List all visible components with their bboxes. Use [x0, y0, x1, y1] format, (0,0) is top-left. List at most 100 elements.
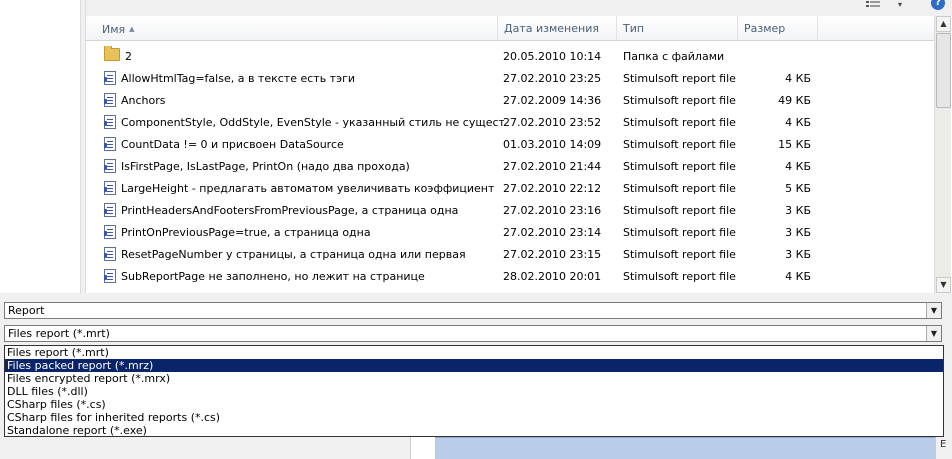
file-type-option[interactable]: DLL files (*.dll) [5, 385, 943, 398]
file-type-dropdown-icon[interactable]: ▼ [926, 326, 941, 341]
scroll-down-button[interactable]: ▼ [936, 277, 951, 293]
file-name-cell: CountData != 0 и присвоен DataSource [104, 134, 504, 156]
file-date: 27.02.2010 23:16 [503, 204, 602, 217]
vertical-scrollbar[interactable]: ▲ ▼ [934, 16, 951, 293]
file-name: ComponentStyle, OddStyle, EvenStyle - ук… [121, 116, 504, 129]
file-type-combobox[interactable]: Files report (*.mrt) ▼ [4, 325, 942, 342]
file-name-value: Report [8, 304, 45, 317]
column-header-name[interactable]: Имя ▲ [86, 16, 498, 40]
file-type: Stimulsoft report file [623, 248, 736, 261]
file-date: 27.02.2009 14:36 [503, 94, 602, 107]
top-toolbar: ▾ ? [86, 0, 952, 16]
column-name-label: Имя [102, 23, 126, 36]
file-type: Stimulsoft report file [623, 182, 736, 195]
view-dropdown-arrow-icon[interactable]: ▾ [898, 0, 908, 12]
file-date: 20.05.2010 10:14 [503, 50, 602, 63]
file-name: SubReportPage не заполнено, но лежит на … [121, 270, 425, 283]
file-size: 4 КБ [785, 160, 811, 173]
sort-ascending-icon: ▲ [129, 25, 135, 33]
file-type-option[interactable]: Files packed report (*.mrz) [5, 359, 943, 372]
file-row[interactable]: Anchors 27.02.2009 14:36 Stimulsoft report… [86, 90, 934, 112]
file-type-option[interactable]: Standalone report (*.exe) [5, 424, 943, 437]
file-name-cell: AllowHtmlTag=false, а в тексте есть тэги [104, 68, 504, 90]
file-date: 27.02.2010 21:44 [503, 160, 602, 173]
file-date: 01.03.2010 14:09 [503, 138, 602, 151]
report-file-icon [104, 93, 116, 107]
help-icon[interactable]: ? [931, 0, 945, 10]
file-type: Stimulsoft report file [623, 94, 736, 107]
file-date: 27.02.2010 23:25 [503, 72, 602, 85]
file-type-dropdown-list[interactable]: Files report (*.mrt) Files packed report … [4, 345, 944, 437]
file-type: Stimulsoft report file [623, 116, 736, 129]
scroll-up-button[interactable]: ▲ [936, 16, 951, 32]
file-name: Anchors [121, 94, 166, 107]
file-size: 3 КБ [785, 226, 811, 239]
file-type-option[interactable]: CSharp files (*.cs) [5, 398, 943, 411]
column-header-date[interactable]: Дата изменения [498, 16, 617, 40]
file-name-combobox[interactable]: Report ▼ [4, 302, 942, 319]
file-size: 49 КБ [778, 94, 811, 107]
file-row[interactable]: LargeHeight - предлагать автоматом увели… [86, 178, 934, 200]
file-size: 4 КБ [785, 116, 811, 129]
file-list-header: Имя ▲ Дата изменения Тип Размер [86, 16, 934, 41]
file-row[interactable]: SubReportPage не заполнено, но лежит на … [86, 266, 934, 288]
file-name-cell: PrintHeadersAndFootersFromPreviousPage, … [104, 200, 504, 222]
file-list[interactable]: Имя ▲ Дата изменения Тип Размер 2 20.05.20… [86, 16, 934, 293]
file-date: 27.02.2010 23:15 [503, 248, 602, 261]
file-row[interactable]: CountData != 0 и присвоен DataSource 01.0… [86, 134, 934, 156]
column-header-type[interactable]: Тип [617, 16, 738, 40]
file-name-cell: IsFirstPage, IsLastPage, PrintOn (надо д… [104, 156, 504, 178]
lower-left-panel [410, 437, 435, 459]
file-name-cell: LargeHeight - предлагать автоматом увели… [104, 178, 504, 200]
report-file-icon [104, 137, 116, 151]
navigation-pane [0, 0, 80, 293]
file-date: 27.02.2010 23:52 [503, 116, 602, 129]
file-row[interactable]: AllowHtmlTag=false, а в тексте есть тэги… [86, 68, 934, 90]
lower-right-glyph: E [940, 439, 947, 450]
file-name-cell: SubReportPage не заполнено, но лежит на … [104, 266, 504, 288]
file-size: 5 КБ [785, 182, 811, 195]
file-type: Stimulsoft report file [623, 138, 736, 151]
file-size: 4 КБ [785, 72, 811, 85]
file-size [741, 46, 811, 68]
view-list-icon [866, 1, 880, 7]
file-type-option[interactable]: Files encrypted report (*.mrx) [5, 372, 943, 385]
file-name: PrintOnPreviousPage=true, а страница одн… [121, 226, 371, 239]
report-file-icon [104, 269, 116, 283]
file-row[interactable]: 2 20.05.2010 10:14 Папка с файлами [86, 46, 934, 68]
file-type-value: Files report (*.mrt) [8, 327, 110, 340]
file-date: 28.02.2010 20:01 [503, 270, 602, 283]
file-row[interactable]: IsFirstPage, IsLastPage, PrintOn (надо д… [86, 156, 934, 178]
file-name-dropdown-icon[interactable]: ▼ [926, 303, 941, 318]
file-type: Stimulsoft report file [623, 270, 736, 283]
file-type-option[interactable]: CSharp files for inherited reports (*.cs… [5, 411, 943, 424]
file-type: Stimulsoft report file [623, 204, 736, 217]
file-name-cell: ResetPageNumber у страницы, а страница о… [104, 244, 504, 266]
file-type-option[interactable]: Files report (*.mrt) [5, 346, 943, 359]
file-name: AllowHtmlTag=false, а в тексте есть тэги [121, 72, 356, 85]
file-row[interactable]: PrintOnPreviousPage=true, а страница одн… [86, 222, 934, 244]
file-size: 3 КБ [785, 204, 811, 217]
file-name: PrintHeadersAndFootersFromPreviousPage, … [121, 204, 459, 217]
file-name: CountData != 0 и присвоен DataSource [121, 138, 344, 151]
lower-content-panel [435, 437, 935, 459]
file-size: 3 КБ [785, 248, 811, 261]
view-menu-icon[interactable] [866, 0, 882, 12]
file-date: 27.02.2010 23:14 [503, 226, 602, 239]
column-header-size[interactable]: Размер [738, 16, 818, 40]
report-file-icon [104, 225, 116, 239]
file-name-cell: ComponentStyle, OddStyle, EvenStyle - ук… [104, 112, 504, 134]
report-file-icon [104, 159, 116, 173]
report-file-icon [104, 115, 116, 129]
file-name-cell: 2 [104, 46, 504, 68]
report-file-icon [104, 247, 116, 261]
file-name: IsFirstPage, IsLastPage, PrintOn (надо д… [121, 160, 410, 173]
lower-right-panel: E [935, 437, 952, 459]
file-row[interactable]: ResetPageNumber у страницы, а страница о… [86, 244, 934, 266]
file-name: ResetPageNumber у страницы, а страница о… [121, 248, 466, 261]
scroll-thumb[interactable] [936, 33, 951, 108]
file-row[interactable]: PrintHeadersAndFootersFromPreviousPage, … [86, 200, 934, 222]
file-row[interactable]: ComponentStyle, OddStyle, EvenStyle - ук… [86, 112, 934, 134]
file-name: 2 [125, 50, 132, 63]
file-name-cell: Anchors [104, 90, 504, 112]
